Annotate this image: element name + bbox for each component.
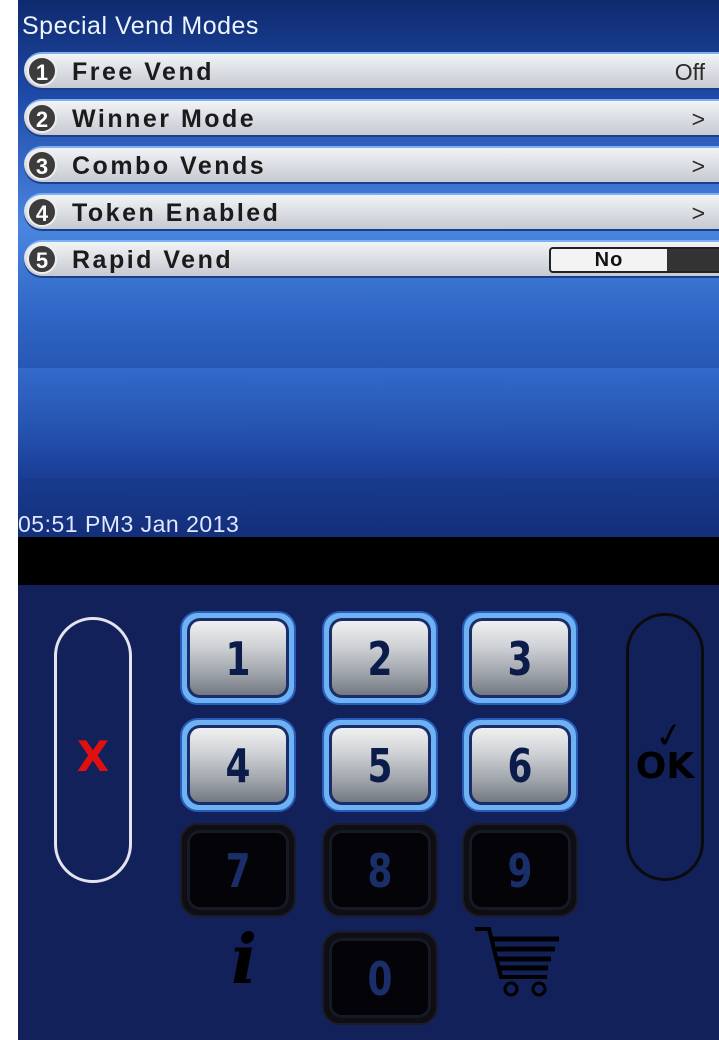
- key-0[interactable]: 0: [322, 931, 438, 1025]
- key-face: 7: [187, 830, 289, 910]
- key-face: 8: [329, 830, 431, 910]
- cart-icon[interactable]: [473, 925, 563, 999]
- menu-item-value: Off: [674, 59, 705, 85]
- screen-divider: [18, 537, 719, 585]
- key-6[interactable]: 6: [462, 718, 578, 812]
- x-icon: X: [76, 732, 110, 781]
- menu-item-rapid-vend[interactable]: 5 Rapid Vend No: [24, 240, 719, 276]
- key-1[interactable]: 1: [180, 611, 296, 705]
- menu-item-label: Token Enabled: [72, 199, 281, 227]
- key-4[interactable]: 4: [180, 718, 296, 812]
- menu-item-label: Free Vend: [72, 58, 214, 86]
- menu-number-badge: 2: [27, 103, 57, 133]
- rapid-vend-toggle[interactable]: No: [549, 247, 719, 273]
- key-face: 4: [187, 725, 289, 805]
- menu-item-label: Rapid Vend: [72, 246, 234, 274]
- key-3[interactable]: 3: [462, 611, 578, 705]
- key-face: 5: [329, 725, 431, 805]
- key-face: 0: [329, 938, 431, 1018]
- screen-title: Special Vend Modes: [22, 12, 259, 40]
- menu-item-winner-mode[interactable]: 2 Winner Mode >: [24, 99, 719, 135]
- chevron-right-icon: >: [691, 106, 705, 132]
- cancel-button[interactable]: X: [54, 617, 132, 883]
- screen-highlight-band: [18, 368, 719, 478]
- display-screen: Special Vend Modes 1 Free Vend Off 2 Win…: [18, 0, 719, 537]
- toggle-knob: [667, 249, 719, 271]
- key-7[interactable]: 7: [180, 823, 296, 917]
- menu-item-combo-vends[interactable]: 3 Combo Vends >: [24, 146, 719, 182]
- menu-item-free-vend[interactable]: 1 Free Vend Off: [24, 52, 719, 88]
- info-icon[interactable]: i: [214, 926, 274, 994]
- key-5[interactable]: 5: [322, 718, 438, 812]
- key-face: 6: [469, 725, 571, 805]
- key-face: 3: [469, 618, 571, 698]
- status-datetime: 05:51 PM3 Jan 2013: [18, 511, 240, 537]
- key-face: 9: [469, 830, 571, 910]
- menu-item-token-enabled[interactable]: 4 Token Enabled >: [24, 193, 719, 229]
- chevron-right-icon: >: [691, 200, 705, 226]
- ok-button[interactable]: ✓ OK: [626, 613, 704, 881]
- menu-number-badge: 4: [27, 197, 57, 227]
- menu-number-badge: 5: [27, 244, 57, 274]
- key-9[interactable]: 9: [462, 823, 578, 917]
- menu-number-badge: 3: [27, 150, 57, 180]
- menu-item-label: Winner Mode: [72, 105, 257, 133]
- key-face: 2: [329, 618, 431, 698]
- keypad-panel: X 1 2 3 4 5 6 7 8 9 0 i ✓ OK: [18, 585, 719, 1040]
- chevron-right-icon: >: [691, 153, 705, 179]
- menu-item-label: Combo Vends: [72, 152, 267, 180]
- menu-number-badge: 1: [27, 56, 57, 86]
- toggle-label: No: [594, 249, 624, 271]
- ok-label: OK: [635, 746, 695, 787]
- key-8[interactable]: 8: [322, 823, 438, 917]
- key-face: 1: [187, 618, 289, 698]
- key-2[interactable]: 2: [322, 611, 438, 705]
